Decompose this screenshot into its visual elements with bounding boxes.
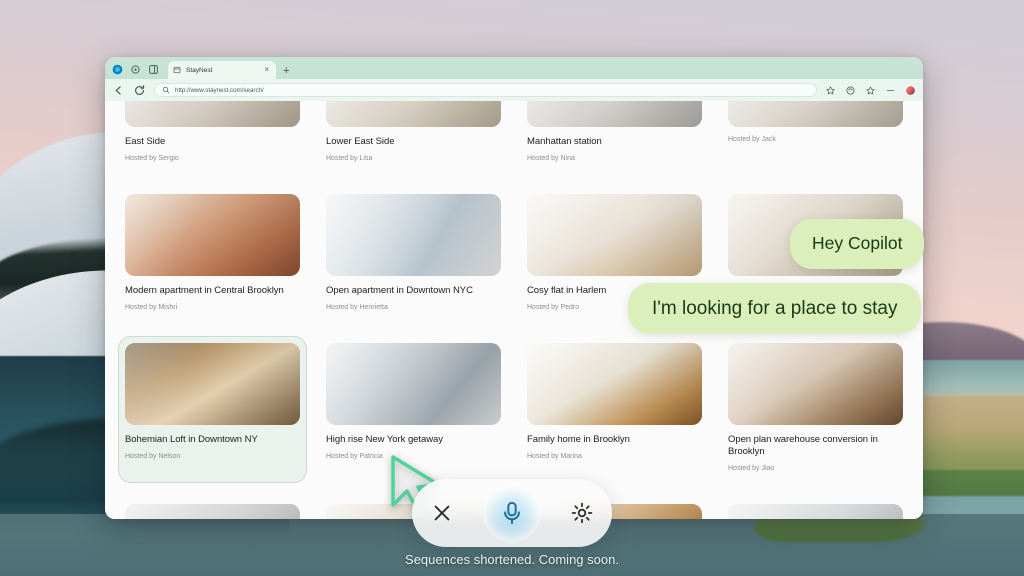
listing-thumbnail — [326, 343, 501, 425]
browser-tab-staynest[interactable]: StayNest × — [168, 61, 276, 79]
window-left-icons — [110, 64, 165, 79]
video-caption: Sequences shortened. Coming soon. — [405, 552, 619, 567]
listing-title: Manhattan station — [527, 136, 602, 147]
collections-icon[interactable] — [865, 85, 876, 96]
listing-thumbnail — [125, 101, 300, 127]
listing-host: Hosted by Nina — [527, 155, 575, 162]
listing-host: Hosted by Patricia — [326, 453, 383, 460]
listing-card-high-rise-new-york-getaway[interactable]: High rise New York getaway Hosted by Pat… — [320, 337, 507, 482]
listing-thumbnail — [125, 504, 300, 519]
settings-button[interactable] — [562, 493, 602, 533]
listing-host: Hosted by Jack — [728, 136, 776, 143]
tab-title: StayNest — [186, 66, 213, 74]
chat-bubble-assistant: Hey Copilot — [790, 219, 925, 269]
listing-host: Hosted by Nelson — [125, 453, 181, 460]
microphone-icon — [504, 501, 520, 525]
listing-card[interactable]: Manhattan station Hosted by Nina — [521, 101, 708, 172]
split-screen-icon[interactable] — [148, 64, 159, 75]
listing-thumbnail — [326, 194, 501, 276]
listing-title: Bohemian Loft in Downtown NY — [125, 434, 258, 445]
listing-thumbnail — [527, 101, 702, 127]
listing-host: Hosted by Sergio — [125, 155, 179, 162]
browser-toolbar: http://www.staynest.com/search/ — [105, 79, 923, 101]
screen-capture-scene: StayNest × + http://www.staynest.com/sea… — [0, 0, 1024, 576]
listing-thumbnail — [728, 343, 903, 425]
listing-host: Hosted by Lisa — [326, 155, 373, 162]
tab-close-button[interactable]: × — [262, 66, 271, 74]
close-button[interactable] — [422, 493, 462, 533]
listing-title: Lower East Side — [326, 136, 395, 147]
reload-icon[interactable] — [133, 84, 146, 97]
listing-thumbnail — [326, 101, 501, 127]
listing-title: Open apartment in Downtown NYC — [326, 285, 473, 296]
listing-thumbnail — [728, 504, 903, 519]
back-arrow-icon[interactable] — [112, 84, 125, 97]
listing-title: High rise New York getaway — [326, 434, 443, 445]
more-icon[interactable] — [885, 85, 896, 96]
listing-title: Family home in Brooklyn — [527, 434, 630, 445]
listing-host: Hosted by Mishri — [125, 304, 178, 311]
address-bar-url: http://www.staynest.com/search/ — [175, 86, 264, 94]
listing-card[interactable] — [722, 498, 909, 519]
listing-card-open-plan-warehouse-conversion-brooklyn[interactable]: Open plan warehouse conversion in Brookl… — [722, 337, 909, 482]
search-icon — [162, 86, 170, 94]
listing-thumbnail — [125, 194, 300, 276]
address-bar[interactable]: http://www.staynest.com/search/ — [154, 83, 817, 97]
listing-title: Modern apartment in Central Brooklyn — [125, 285, 284, 296]
extensions-icon[interactable] — [130, 64, 141, 75]
microphone-button[interactable] — [482, 484, 541, 542]
listings-grid-row-partial-top: East Side Hosted by Sergio Lower East Si… — [113, 101, 915, 172]
favorite-star-icon[interactable] — [825, 85, 836, 96]
listing-title: Open plan warehouse conversion in Brookl… — [728, 434, 878, 457]
new-tab-button[interactable]: + — [279, 66, 293, 79]
copilot-icon[interactable] — [112, 64, 123, 75]
listing-card-modern-apartment-central-brooklyn[interactable]: Modern apartment in Central Brooklyn Hos… — [119, 188, 306, 321]
listing-card-bohemian-loft-downtown-ny[interactable]: Bohemian Loft in Downtown NY Hosted by N… — [119, 337, 306, 482]
gear-icon — [571, 502, 592, 524]
listing-thumbnail — [527, 343, 702, 425]
listing-card[interactable]: Lower East Side Hosted by Lisa — [320, 101, 507, 172]
listings-grid-row-three: Bohemian Loft in Downtown NY Hosted by N… — [113, 337, 915, 482]
listing-thumbnail — [728, 101, 903, 127]
listing-host: Hosted by Jiao — [728, 465, 775, 472]
copilot-icon[interactable] — [845, 85, 856, 96]
chat-bubble-user: I'm looking for a place to stay — [628, 283, 922, 334]
listing-card[interactable] — [119, 498, 306, 519]
listing-title: East Side — [125, 136, 166, 147]
listing-card[interactable]: East Side Hosted by Sergio — [119, 101, 306, 172]
listing-host: Hosted by Henrietta — [326, 304, 388, 311]
listing-thumbnail — [125, 343, 300, 425]
page-favicon — [173, 66, 181, 74]
listing-thumbnail — [527, 194, 702, 276]
listing-card-open-apartment-downtown-nyc[interactable]: Open apartment in Downtown NYC Hosted by… — [320, 188, 507, 321]
close-icon — [434, 505, 450, 521]
listing-card[interactable]: Hosted by Jack — [722, 101, 909, 172]
listing-card-family-home-brooklyn[interactable]: Family home in Brooklyn Hosted by Marina — [521, 337, 708, 482]
toolbar-right-icons — [825, 84, 916, 96]
listing-host: Hosted by Marina — [527, 453, 582, 460]
profile-avatar[interactable] — [905, 84, 916, 96]
browser-tab-strip: StayNest × + — [105, 57, 923, 79]
voice-control-bar — [412, 479, 612, 547]
